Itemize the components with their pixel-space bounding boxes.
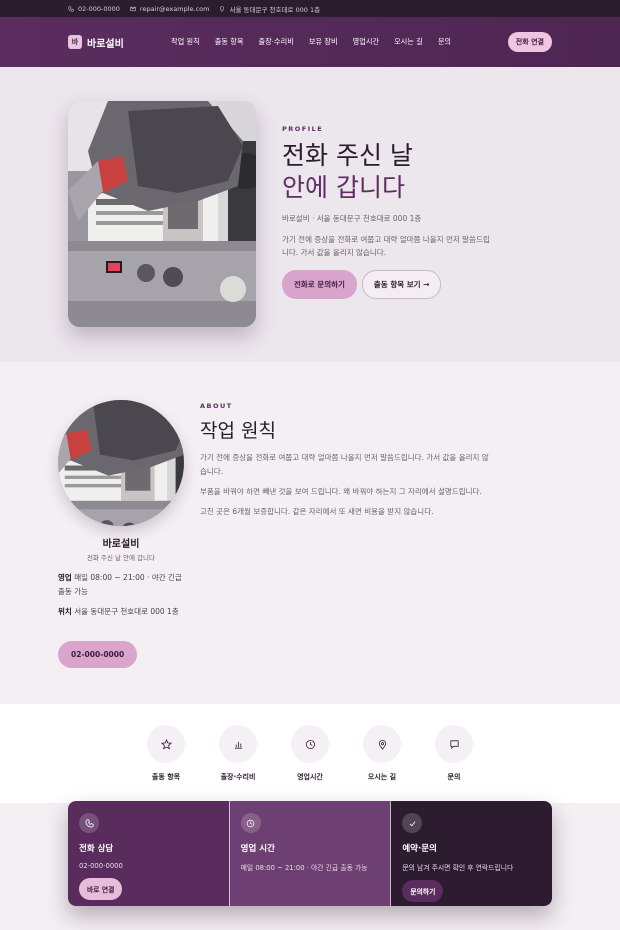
card-subtitle: 문의 남겨 주시면 확인 후 연락드립니다 xyxy=(402,864,514,872)
quicklink-contact[interactable]: 문의 xyxy=(432,725,476,803)
card-title: 전화 상담 xyxy=(79,844,114,854)
nav-item-services[interactable]: 출동 항목 xyxy=(215,37,244,47)
clock-icon xyxy=(305,739,315,749)
bar-chart-icon xyxy=(234,741,242,749)
hero-section: PROFILE 전화 주신 날 안에 갑니다 바로설비 · 서울 동대문구 천호… xyxy=(0,67,620,362)
topbar-address-text: 서울 동대문구 천호대로 000 1층 xyxy=(229,5,321,14)
nav-item-hours[interactable]: 영업시간 xyxy=(353,37,379,47)
hero-description: 가기 전에 증상을 전화로 여쭙고 대략 얼마쯤 나올지 먼저 말씀드립니다. … xyxy=(282,235,490,257)
hero-buttons: 전화로 문의하기 출동 항목 보기 → xyxy=(282,270,492,299)
about-kicker: ABOUT xyxy=(200,402,233,410)
logo[interactable]: 바 바로설비 xyxy=(68,35,124,50)
contact-cards: 전화 상담 02-000-0000 바로 연결 영업 시간 매일 08:00 ~… xyxy=(68,801,552,906)
quicklink-hours[interactable]: 영업시간 xyxy=(288,725,332,803)
quicklink-circle xyxy=(291,725,329,763)
quicklink-circle xyxy=(363,725,401,763)
card-hours: 영업 시간 매일 08:00 ~ 21:00 · 야간 긴급 출동 가능 xyxy=(228,801,391,906)
quicklink-label: 출동 항목 xyxy=(151,773,181,781)
about-section: 바로설비 전화 주신 날 안에 갑니다 영업 매일 08:00 ~ 21:00 … xyxy=(0,362,620,704)
topbar-phone[interactable]: 02-000-0000 xyxy=(68,5,120,13)
card-icon xyxy=(79,813,99,833)
topbar-email[interactable]: repair@example.com xyxy=(130,4,210,13)
card-title: 영업 시간 xyxy=(240,844,275,854)
profile-phone-button[interactable]: 02-000-0000 xyxy=(58,641,138,668)
nav-item-contact[interactable]: 문의 xyxy=(438,37,451,47)
location-value: 서울 동대문구 천호대로 000 1층 xyxy=(74,607,179,616)
star-icon xyxy=(160,738,172,749)
inquiry-button[interactable]: 문의하기 xyxy=(402,880,444,902)
clock-icon xyxy=(246,819,255,827)
hero-image xyxy=(68,101,256,327)
profile-name: 바로설비 xyxy=(102,539,140,550)
hero-title-line2: 안에 갑니다 xyxy=(282,173,405,202)
topbar-phone-text: 02-000-0000 xyxy=(78,4,120,13)
about-text: ABOUT 작업 원칙 가기 전에 증상을 전화로 여쭙고 대략 얼마쯤 나올지… xyxy=(200,402,490,519)
map-pin-icon xyxy=(378,739,386,750)
card-reservation: 예약·문의 문의 남겨 주시면 확인 후 연락드립니다 문의하기 xyxy=(390,801,552,906)
about-paragraph-1: 가기 전에 증상을 전화로 여쭙고 대략 얼마쯤 나올지 먼저 말씀드립니다. … xyxy=(200,453,489,476)
location-label: 위치 xyxy=(58,607,72,616)
nav-item-directions[interactable]: 오시는 길 xyxy=(394,37,423,47)
nav-menu: 작업 원칙 출동 항목 출장·수리비 보유 장비 영업시간 오시는 길 문의 xyxy=(171,37,451,47)
about-paragraph-2: 부품을 바꿔야 하면 빼낸 것을 보여 드립니다. 왜 바꿔야 하는지 그 자리… xyxy=(200,487,482,496)
logo-badge: 바 xyxy=(68,35,82,49)
about-paragraph-3: 고친 곳은 6개월 보증합니다. 같은 자리에서 또 새면 비용을 받지 않습니… xyxy=(200,507,434,516)
quicklink-circle xyxy=(219,725,257,763)
check-icon xyxy=(409,820,416,826)
nav-item-equipment[interactable]: 보유 장비 xyxy=(309,37,338,47)
hours-value: 매일 08:00 ~ 21:00 · 야간 긴급 출동 가능 xyxy=(58,573,182,596)
quicklink-label: 출장·수리비 xyxy=(220,773,256,781)
card-subtitle: 매일 08:00 ~ 21:00 · 야간 긴급 출동 가능 xyxy=(240,864,368,872)
about-title: 작업 원칙 xyxy=(200,420,276,442)
quicklink-services[interactable]: 출동 항목 xyxy=(144,725,188,803)
hero-text: PROFILE 전화 주신 날 안에 갑니다 바로설비 · 서울 동대문구 천호… xyxy=(282,125,492,299)
quicklink-label: 오시는 길 xyxy=(367,773,397,781)
main-nav: 바 바로설비 작업 원칙 출동 항목 출장·수리비 보유 장비 영업시간 오시는… xyxy=(0,17,620,67)
topbar-address: 서울 동대문구 천호대로 000 1층 xyxy=(219,4,320,14)
topbar-email-text: repair@example.com xyxy=(139,4,210,13)
profile-hours: 영업 매일 08:00 ~ 21:00 · 야간 긴급 출동 가능 xyxy=(58,571,188,599)
quicklink-directions[interactable]: 오시는 길 xyxy=(360,725,404,803)
quicklink-label: 영업시간 xyxy=(297,773,323,781)
phone-inquiry-button[interactable]: 전화로 문의하기 xyxy=(282,270,357,299)
hero-title: 전화 주신 날 안에 갑니다 xyxy=(282,140,492,204)
direct-call-button[interactable]: 바로 연결 xyxy=(79,878,123,900)
map-pin-icon xyxy=(220,5,225,12)
top-info-bar: 02-000-0000 repair@example.com 서울 동대문구 천… xyxy=(0,0,620,17)
avatar xyxy=(58,400,184,526)
nav-item-principles[interactable]: 작업 원칙 xyxy=(171,37,200,47)
profile-location: 위치 서울 동대문구 천호대로 000 1층 xyxy=(58,605,188,619)
quicklink-circle xyxy=(147,725,185,763)
chat-icon xyxy=(449,739,459,749)
call-button[interactable]: 전화 연결 xyxy=(507,32,552,52)
view-services-button[interactable]: 출동 항목 보기 → xyxy=(361,270,442,299)
quicklink-label: 문의 xyxy=(447,773,461,781)
hero-title-line1: 전화 주신 날 xyxy=(282,141,413,170)
phone-icon xyxy=(84,818,94,828)
card-phone: 전화 상담 02-000-0000 바로 연결 xyxy=(68,801,229,906)
quick-links: 출동 항목 출장·수리비 영업시간 오시는 길 문의 xyxy=(0,704,620,803)
quicklink-pricing[interactable]: 출장·수리비 xyxy=(216,725,260,803)
mail-icon xyxy=(130,6,136,11)
profile-tagline: 전화 주신 날 안에 갑니다 xyxy=(86,554,156,562)
quicklink-circle xyxy=(435,725,473,763)
card-icon xyxy=(402,813,423,833)
card-icon xyxy=(240,813,261,833)
hero-meta: 바로설비 · 서울 동대문구 천호대로 000 1층 xyxy=(282,214,422,223)
card-subtitle: 02-000-0000 xyxy=(79,862,123,870)
hero-kicker: PROFILE xyxy=(282,125,324,133)
phone-icon xyxy=(68,5,74,12)
hours-label: 영업 xyxy=(58,573,72,582)
card-title: 예약·문의 xyxy=(402,844,437,854)
logo-text: 바로설비 xyxy=(87,38,124,50)
nav-item-pricing[interactable]: 출장·수리비 xyxy=(259,37,294,47)
